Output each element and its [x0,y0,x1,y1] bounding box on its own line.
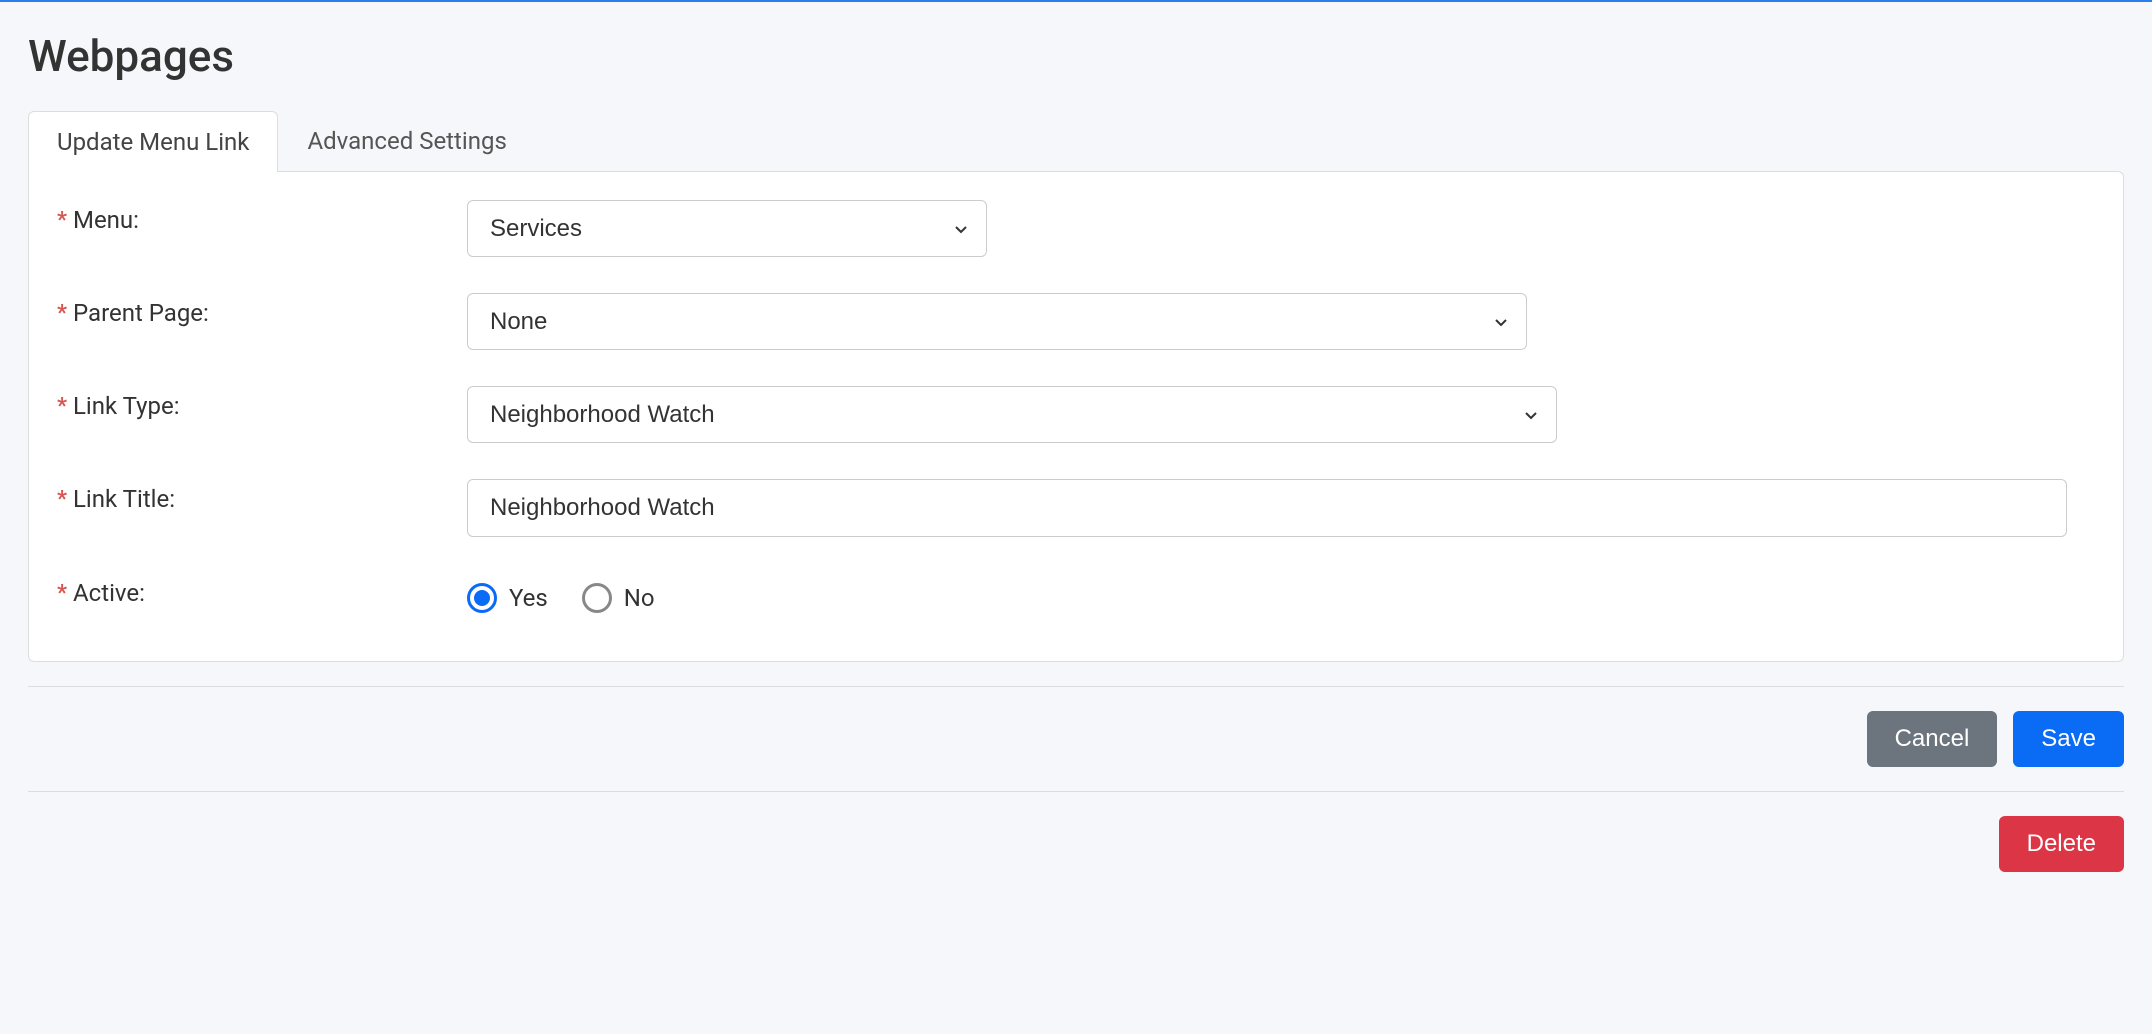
label-active: * Active: [57,573,467,607]
link-title-input[interactable] [467,479,2067,537]
label-link-type-text: Link Type: [73,392,180,420]
row-link-title: * Link Title: [57,479,2095,537]
save-button[interactable]: Save [2013,711,2124,767]
required-marker: * [57,394,67,419]
required-marker: * [57,301,67,326]
label-link-title-text: Link Title: [73,485,175,513]
label-menu-text: Menu: [73,206,139,234]
tab-advanced-settings[interactable]: Advanced Settings [278,110,535,171]
required-marker: * [57,487,67,512]
radio-no-label: No [624,584,655,612]
tab-update-menu-link[interactable]: Update Menu Link [28,111,278,172]
required-marker: * [57,208,67,233]
label-menu: * Menu: [57,200,467,234]
radio-no[interactable]: No [582,583,655,613]
divider [28,791,2124,792]
delete-button[interactable]: Delete [1999,816,2124,872]
label-parent-page-text: Parent Page: [73,299,209,327]
button-row-primary: Cancel Save [28,711,2124,767]
row-menu: * Menu: Services [57,200,2095,257]
label-link-title: * Link Title: [57,479,467,513]
menu-select[interactable]: Services [467,200,987,257]
tab-row: Update Menu Link Advanced Settings [28,110,2124,171]
divider [28,686,2124,687]
button-row-danger: Delete [28,816,2124,872]
link-type-select[interactable]: Neighborhood Watch [467,386,1557,443]
form-panel: * Menu: Services * Parent Page: None [28,171,2124,662]
page-title: Webpages [28,30,2124,82]
active-radio-group: Yes No [467,573,2095,613]
row-parent-page: * Parent Page: None [57,293,2095,350]
required-marker: * [57,581,67,606]
row-link-type: * Link Type: Neighborhood Watch [57,386,2095,443]
radio-yes[interactable]: Yes [467,583,548,613]
radio-circle-icon [467,583,497,613]
radio-circle-icon [582,583,612,613]
label-active-text: Active: [73,579,145,607]
radio-dot-icon [474,590,490,606]
radio-yes-label: Yes [509,584,548,612]
label-parent-page: * Parent Page: [57,293,467,327]
parent-page-select[interactable]: None [467,293,1527,350]
cancel-button[interactable]: Cancel [1867,711,1998,767]
label-link-type: * Link Type: [57,386,467,420]
row-active: * Active: Yes No [57,573,2095,613]
